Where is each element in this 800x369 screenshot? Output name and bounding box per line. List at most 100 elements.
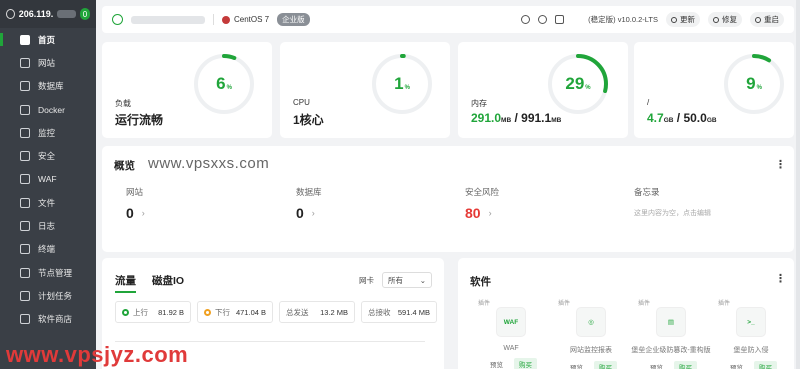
- ip-redaction: [57, 10, 76, 18]
- help-icon[interactable]: [521, 15, 531, 24]
- bell-icon[interactable]: [538, 15, 548, 24]
- sidebar-item-label: 节点管理: [38, 267, 73, 278]
- avatar[interactable]: [112, 14, 123, 25]
- sidebar-item-label: Docker: [38, 104, 65, 115]
- sidebar-item-label: 终端: [38, 244, 56, 255]
- total-sent-stat: 总发送 13.2 MB: [279, 301, 355, 323]
- buy-button[interactable]: 购买: [514, 358, 537, 369]
- preview-button[interactable]: 预览: [725, 361, 748, 369]
- load-label: 负载: [115, 99, 131, 108]
- sidebar-item-label: 日志: [38, 221, 56, 232]
- buy-button[interactable]: 购买: [754, 361, 777, 369]
- node-icon: [20, 267, 30, 278]
- folder-icon: [20, 197, 30, 208]
- nic-select[interactable]: 所有 ⌄: [382, 272, 432, 288]
- tab-disk-io[interactable]: 磁盘IO: [152, 273, 184, 293]
- more-icon[interactable]: ⋮: [775, 158, 786, 171]
- software-title: 软件: [470, 276, 491, 288]
- server-ip: 206.119.: [18, 9, 54, 19]
- nic-selector: 网卡 所有 ⌄: [359, 272, 432, 288]
- preview-button[interactable]: 预览: [485, 358, 508, 369]
- update-button[interactable]: 更新: [666, 12, 700, 27]
- power-icon: [755, 16, 761, 23]
- sidebar-item-waf[interactable]: WAF: [0, 168, 96, 191]
- sidebar-item-security[interactable]: 安全: [0, 144, 96, 167]
- nic-label: 网卡: [359, 275, 374, 285]
- overview-security-risks[interactable]: 安全风险 80 ›: [465, 186, 625, 224]
- sidebar-item-website[interactable]: 网站: [0, 51, 96, 74]
- calendar-icon: [20, 290, 30, 301]
- preview-button[interactable]: 预览: [565, 361, 588, 369]
- memory-card[interactable]: 29% 内存 291.0MB / 991.1MB: [458, 42, 628, 138]
- top-bar: CentOS 7 企业版 (稳定版) v10.0.2-LTS 更新 修复 重启: [102, 6, 794, 33]
- load-gauge: 6%: [192, 52, 256, 116]
- sidebar-item-cron[interactable]: 计划任务: [0, 284, 96, 307]
- os-info: CentOS 7: [222, 15, 269, 24]
- notification-badge[interactable]: 0: [79, 8, 90, 20]
- disk-percent: 9: [746, 74, 756, 93]
- software-item[interactable]: 插件 WAF WAF 预览 购买: [470, 298, 552, 369]
- overview-title: 概览: [114, 160, 135, 172]
- log-icon: [20, 221, 30, 232]
- username-redaction: [131, 15, 205, 24]
- tab-traffic[interactable]: 流量: [115, 273, 136, 293]
- terminal-icon: [20, 244, 30, 255]
- os-label: CentOS 7: [234, 15, 270, 24]
- sidebar-item-docker[interactable]: Docker: [0, 98, 96, 121]
- message-icon[interactable]: [555, 15, 565, 24]
- load-card[interactable]: 6% 负载 运行流畅: [102, 42, 272, 138]
- sidebar-item-nodes[interactable]: 节点管理: [0, 261, 96, 284]
- overview-websites[interactable]: 网站 0 ›: [126, 186, 286, 224]
- docker-icon: [20, 104, 30, 115]
- cpu-card[interactable]: 1% CPU 1核心: [280, 42, 450, 138]
- disk-gauge: 9%: [722, 52, 786, 116]
- sidebar-item-files[interactable]: 文件: [0, 191, 96, 214]
- buy-button[interactable]: 购买: [594, 361, 617, 369]
- preview-button[interactable]: 预览: [645, 361, 668, 369]
- version-label: (稳定版) v10.0.2-LTS: [588, 15, 658, 24]
- software-item[interactable]: 插件 ▤ 堡垒企业级防篡改-重构版 预览 购买: [630, 298, 712, 369]
- software-panel: 软件 ⋮ 插件 WAF WAF 预览 购买 插件 ◎ 网站监控报表 预览 购买 插件…: [458, 258, 794, 369]
- sidebar: 206.119. 0 首页 网站 数据库 Docker 监控 安全 WAF 文件…: [0, 0, 96, 369]
- overview-memo[interactable]: 备忘录 这里内容为空，点击编辑: [634, 186, 794, 224]
- database-icon: [20, 81, 30, 92]
- more-icon[interactable]: ⋮: [775, 272, 786, 285]
- scrollbar[interactable]: [796, 0, 800, 369]
- bottom-watermark: www.vpsjyz.com: [6, 342, 189, 367]
- chevron-right-icon: ›: [141, 208, 145, 218]
- chevron-down-icon: ⌄: [419, 275, 426, 285]
- sidebar-item-store[interactable]: 软件商店: [0, 308, 96, 331]
- software-item[interactable]: 插件 ◎ 网站监控报表 预览 购买: [550, 298, 632, 369]
- disk-usage: 4.7GB / 50.0GB: [647, 111, 717, 125]
- sidebar-item-home[interactable]: 首页: [0, 28, 96, 51]
- sidebar-item-database[interactable]: 数据库: [0, 75, 96, 98]
- server-header[interactable]: 206.119. 0: [0, 0, 96, 28]
- globe-icon: [20, 57, 30, 68]
- restart-button[interactable]: 重启: [750, 12, 784, 27]
- sidebar-item-label: 软件商店: [38, 314, 73, 325]
- sidebar-item-label: 网站: [38, 57, 56, 68]
- upload-legend-icon: [122, 308, 129, 316]
- sidebar-item-label: 文件: [38, 197, 56, 208]
- sidebar-item-label: 监控: [38, 127, 56, 138]
- home-icon: [20, 34, 30, 45]
- repair-button[interactable]: 修复: [708, 12, 742, 27]
- disk-label: /: [647, 98, 650, 107]
- sidebar-item-monitor[interactable]: 监控: [0, 121, 96, 144]
- software-item[interactable]: 插件 >_ 堡垒防入侵 预览 购买: [710, 298, 792, 369]
- sidebar-item-label: 首页: [38, 34, 56, 45]
- disk-card[interactable]: 9% / 4.7GB / 50.0GB: [634, 42, 794, 138]
- memory-label: 内存: [471, 99, 487, 108]
- overview-databases[interactable]: 数据库 0 ›: [296, 186, 456, 224]
- edition-tag: 企业版: [277, 13, 310, 26]
- buy-button[interactable]: 购买: [674, 361, 697, 369]
- topbar-actions: (稳定版) v10.0.2-LTS 更新 修复 重启: [521, 12, 784, 27]
- load-percent: 6: [216, 74, 226, 93]
- overview-panel: 概览 www.vpsxxs.com ⋮ 网站 0 › 数据库 0 › 安全风险 80…: [102, 146, 794, 252]
- sidebar-item-logs[interactable]: 日志: [0, 214, 96, 237]
- restart-label: 重启: [764, 15, 779, 24]
- sidebar-item-terminal[interactable]: 终端: [0, 238, 96, 261]
- sidebar-item-label: 安全: [38, 151, 56, 162]
- update-label: 更新: [680, 15, 695, 24]
- cpu-gauge: 1%: [370, 52, 434, 116]
